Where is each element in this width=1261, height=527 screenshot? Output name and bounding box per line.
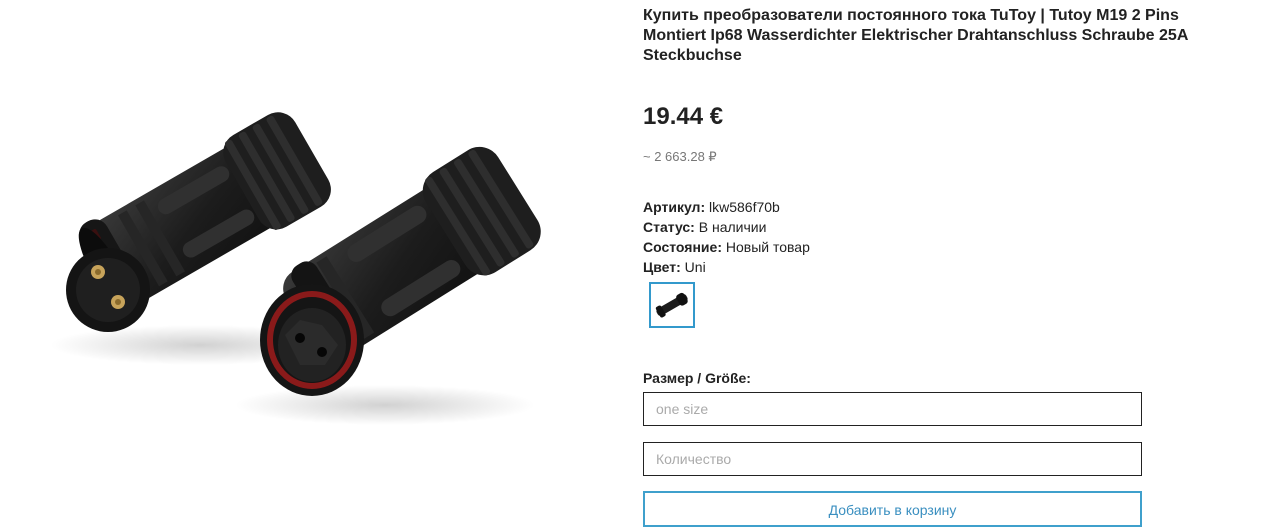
- add-to-cart-button[interactable]: Добавить в корзину: [643, 491, 1142, 527]
- prop-status-label: Статус:: [643, 219, 695, 235]
- product-price-rub: ~ 2 663.28 ₽: [643, 149, 717, 164]
- size-input[interactable]: [643, 392, 1142, 426]
- prop-color: Цвет: Uni: [643, 257, 810, 277]
- product-price: 19.44 €: [643, 103, 724, 130]
- product-image[interactable]: [0, 0, 625, 527]
- prop-sku: Артикул: lkw586f70b: [643, 197, 810, 217]
- prop-status: Статус: В наличии: [643, 217, 810, 237]
- prop-sku-value: lkw586f70b: [705, 199, 780, 215]
- size-label: Размер / Größe:: [643, 370, 751, 386]
- product-title: Купить преобразователи постоянного тока …: [643, 7, 1188, 64]
- prop-status-value: В наличии: [694, 219, 767, 235]
- product-gallery: [0, 0, 625, 527]
- prop-condition-value: Новый товар: [721, 239, 810, 255]
- color-swatch-thumbnail[interactable]: [649, 282, 695, 328]
- prop-sku-label: Артикул:: [643, 199, 706, 215]
- product-properties: Артикул: lkw586f70b Статус: В наличии Со…: [643, 197, 810, 277]
- quantity-input[interactable]: [643, 442, 1142, 476]
- prop-condition-label: Состояние:: [643, 239, 722, 255]
- connector-thumbnail-icon: [655, 292, 688, 318]
- prop-condition: Состояние: Новый товар: [643, 237, 810, 257]
- prop-color-value: Uni: [680, 259, 706, 275]
- prop-color-label: Цвет:: [643, 259, 681, 275]
